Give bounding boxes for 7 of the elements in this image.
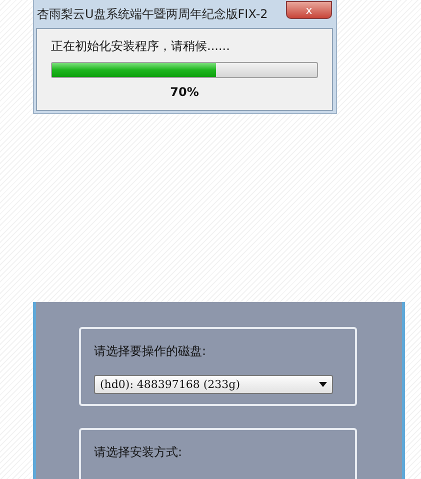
progress-percent: 70% [169, 85, 200, 99]
window-title: 杏雨梨云U盘系统端午暨两周年纪念版FIX-2 [37, 6, 268, 22]
status-message: 正在初始化安装程序，请稍候...... [51, 38, 231, 55]
method-label: 请选择安装方式: [94, 444, 184, 461]
disk-dropdown[interactable]: (hd0): 488397168 (233g) [94, 375, 333, 394]
disk-label: 请选择要操作的磁盘: [94, 343, 208, 360]
caret-icon [319, 382, 327, 387]
